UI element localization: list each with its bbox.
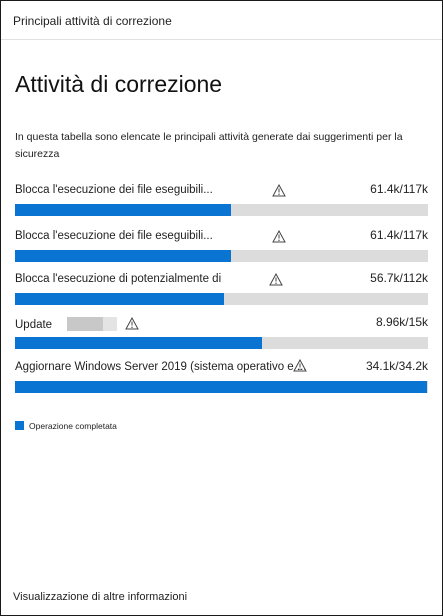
activity-row[interactable]: Update 8.96k/15k [15,315,430,357]
progress-track [15,250,428,262]
activity-count: 61.4k/117k [370,228,428,242]
page-title: Attività di correzione [15,71,223,97]
warning-icon [272,230,286,243]
progress-fill [15,250,232,262]
activity-row[interactable]: Blocca l'esecuzione dei file eseguibili.… [15,228,430,270]
progress-track [15,337,428,349]
warning-icon [272,184,286,197]
card-header-title: Principali attività di correzione [13,14,172,28]
warning-icon [125,317,139,330]
activity-count: 56.7k/112k [370,271,428,285]
progress-track [15,381,428,393]
progress-fill [15,293,224,305]
legend-label: Operazione completata [29,421,117,431]
progress-fill [15,337,262,349]
progress-track [15,293,428,305]
activity-label: Update [15,319,53,331]
redacted-text-block [67,317,117,331]
view-more-link[interactable]: Visualizzazione di altre informazioni [13,591,187,603]
progress-fill [15,204,232,216]
progress-fill [15,381,427,393]
activity-count: 34.1k/34.2k [365,359,428,373]
activity-label: Aggiornare Windows Server 2019 (sistema … [15,361,307,373]
progress-track [15,204,428,216]
activity-label: Blocca l'esecuzione dei file eseguibili.… [15,184,213,196]
remediation-card: Principali attività di correzione Attivi… [0,0,443,616]
activity-count: 8.96k/15k [375,315,428,329]
description-text: In questa tabella sono elencate le princ… [15,131,403,160]
activity-row[interactable]: Blocca l'esecuzione di potenzialmente di… [15,271,430,313]
warning-icon [269,273,283,286]
card-header: Principali attività di correzione [1,1,442,40]
activity-row[interactable]: Blocca l'esecuzione dei file eseguibili.… [15,182,430,224]
warning-icon [293,359,307,372]
legend-swatch [15,421,24,430]
activity-label: Blocca l'esecuzione di potenzialmente di [15,273,222,285]
activity-label: Blocca l'esecuzione dei file eseguibili.… [15,230,213,242]
activity-count: 61.4k/117k [370,182,428,196]
activity-row[interactable]: Aggiornare Windows Server 2019 (sistema … [15,359,430,401]
